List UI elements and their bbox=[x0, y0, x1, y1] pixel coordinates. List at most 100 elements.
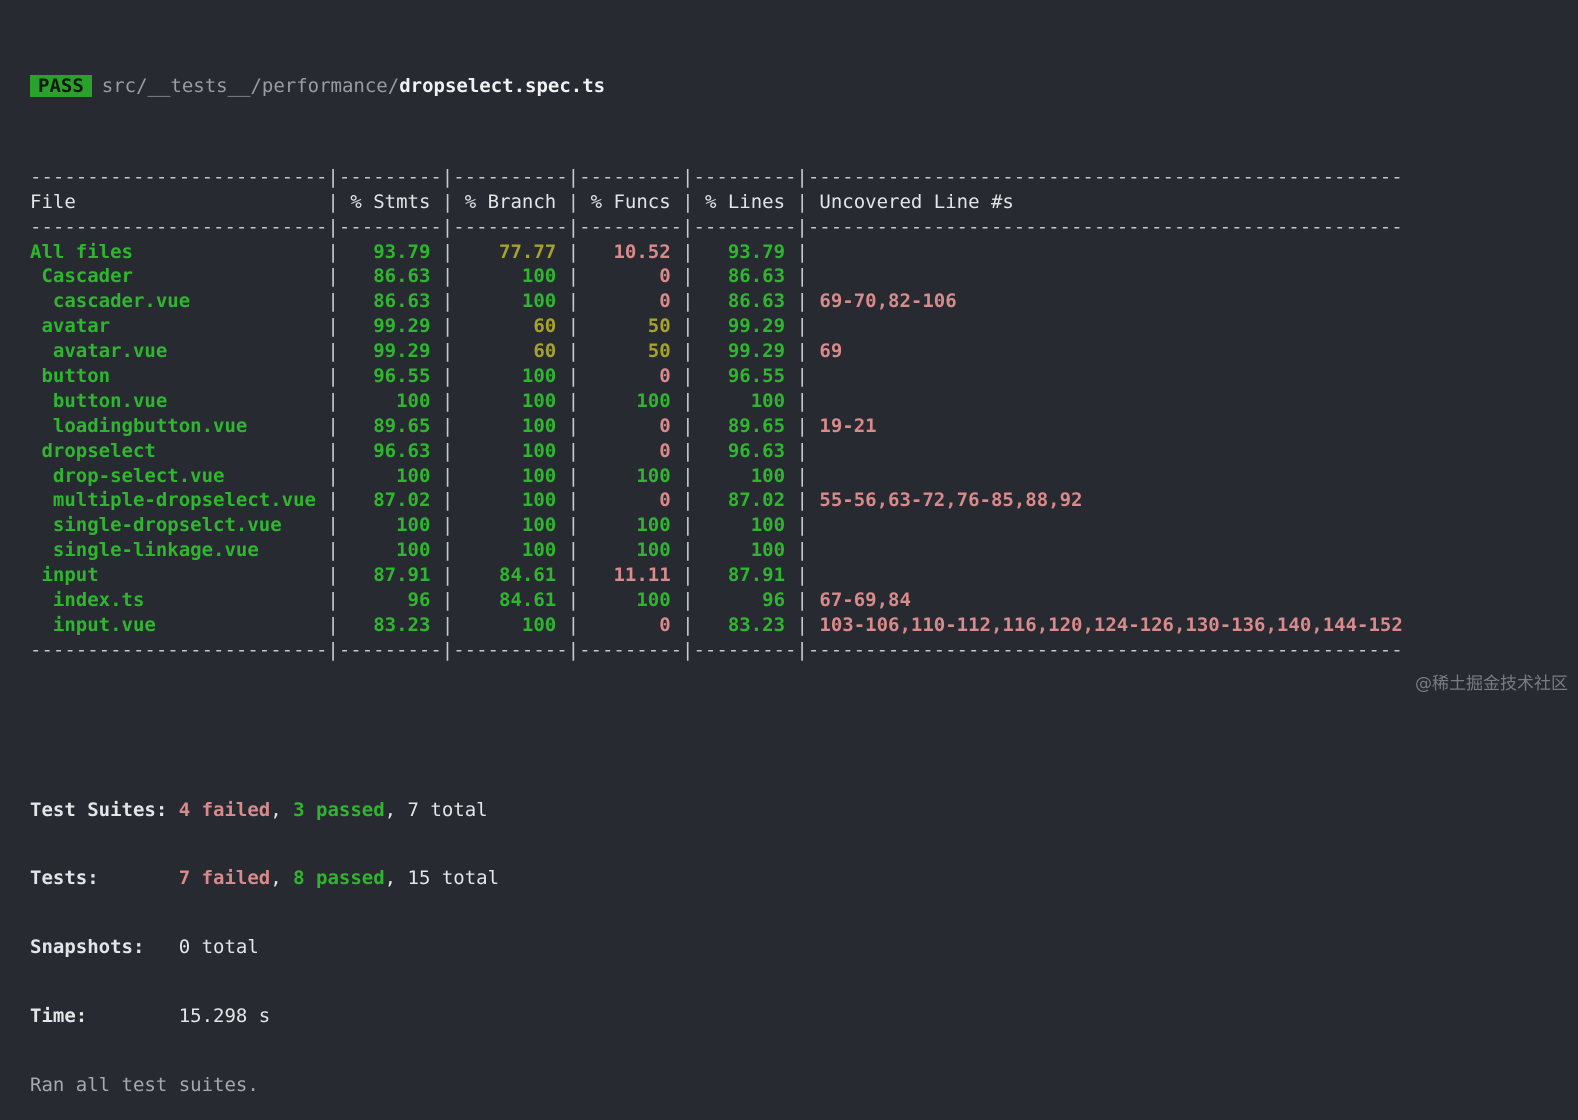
column-divider: | bbox=[327, 589, 339, 612]
header-stmts: % Stmts bbox=[338, 190, 442, 213]
row-file-name: multiple-dropselect.vue bbox=[30, 489, 328, 512]
column-divider: | bbox=[682, 340, 694, 363]
column-divider: | bbox=[682, 564, 694, 587]
column-divider: | bbox=[796, 564, 808, 587]
row-file-name: single-linkage.vue bbox=[30, 539, 328, 562]
column-divider: | bbox=[567, 613, 580, 636]
row-uncovered: 69 bbox=[807, 340, 843, 363]
summary-time: Time: 15.298 s bbox=[30, 1004, 1558, 1029]
column-divider: | bbox=[441, 190, 454, 213]
column-divider: | bbox=[796, 489, 808, 512]
column-divider: | bbox=[796, 340, 808, 363]
row-funcs: 11.11 bbox=[579, 564, 683, 587]
row-branch: 100 bbox=[453, 265, 568, 288]
column-divider: | bbox=[796, 613, 808, 636]
row-uncovered bbox=[808, 365, 819, 387]
row-uncovered bbox=[808, 315, 819, 337]
tests-total: 15 total bbox=[407, 867, 500, 890]
row-funcs: 0 bbox=[579, 613, 683, 636]
row-file-name: single-dropselct.vue bbox=[30, 514, 328, 537]
table-row: input.vue | 83.23 | 100 | 0 | 83.23 | 10… bbox=[30, 613, 1558, 638]
table-row: single-dropselct.vue | 100 | 100 | 100 |… bbox=[30, 513, 1558, 538]
tests-passed: 8 passed bbox=[293, 867, 385, 890]
row-file-name: loadingbutton.vue bbox=[30, 414, 328, 437]
column-divider: | bbox=[441, 514, 454, 537]
table-row: cascader.vue | 86.63 | 100 | 0 | 86.63 |… bbox=[30, 289, 1558, 314]
snapshots-value: 0 total bbox=[178, 936, 259, 959]
row-stmts: 93.79 bbox=[338, 240, 442, 263]
table-row: All files | 93.79 | 77.77 | 10.52 | 93.7… bbox=[30, 240, 1558, 265]
row-funcs: 100 bbox=[579, 539, 683, 562]
column-divider: | bbox=[796, 414, 808, 437]
table-row: input | 87.91 | 84.61 | 11.11 | 87.91 | bbox=[30, 563, 1558, 588]
table-row: dropselect | 96.63 | 100 | 0 | 96.63 | bbox=[30, 439, 1558, 464]
row-stmts: 100 bbox=[338, 539, 442, 562]
column-divider: | bbox=[567, 439, 580, 462]
suites-label: Test Suites: bbox=[30, 798, 168, 821]
column-divider: | bbox=[327, 315, 339, 338]
row-funcs: 50 bbox=[579, 340, 683, 363]
header-file: File bbox=[30, 190, 328, 213]
row-lines: 93.79 bbox=[693, 240, 797, 263]
column-divider: | bbox=[796, 365, 808, 388]
column-divider: | bbox=[567, 514, 580, 537]
column-divider: | bbox=[441, 564, 454, 587]
row-lines: 99.29 bbox=[693, 315, 797, 338]
column-divider: | bbox=[796, 539, 808, 562]
row-branch: 77.77 bbox=[453, 240, 568, 263]
row-branch: 100 bbox=[453, 489, 568, 512]
column-divider: | bbox=[441, 414, 454, 437]
column-divider: | bbox=[682, 613, 694, 636]
row-file-name: Cascader bbox=[30, 265, 328, 288]
row-funcs: 100 bbox=[579, 514, 683, 537]
table-row: button | 96.55 | 100 | 0 | 96.55 | bbox=[30, 364, 1558, 389]
coverage-table: --------------------------|---------|---… bbox=[30, 165, 1558, 663]
row-funcs: 0 bbox=[579, 414, 683, 437]
column-divider: | bbox=[682, 414, 694, 437]
column-divider: | bbox=[327, 340, 339, 363]
table-separator: --------------------------|---------|---… bbox=[30, 215, 1403, 238]
column-divider: | bbox=[567, 589, 580, 612]
row-uncovered bbox=[808, 539, 819, 561]
row-branch: 100 bbox=[453, 439, 568, 462]
row-uncovered: 55-56,63-72,76-85,88,92 bbox=[807, 489, 1083, 512]
column-divider: | bbox=[327, 514, 339, 537]
row-branch: 100 bbox=[453, 464, 568, 487]
column-divider: | bbox=[441, 240, 454, 263]
snapshots-label: Snapshots: bbox=[30, 936, 145, 959]
row-branch: 60 bbox=[453, 315, 568, 338]
summary-suites: Test Suites: 4 failed, 3 passed, 7 total bbox=[30, 798, 488, 821]
column-divider: | bbox=[567, 539, 580, 562]
column-divider: | bbox=[441, 439, 454, 462]
row-funcs: 0 bbox=[579, 439, 683, 462]
row-uncovered: 69-70,82-106 bbox=[807, 290, 957, 313]
row-uncovered bbox=[808, 241, 819, 263]
column-divider: | bbox=[441, 340, 454, 363]
column-divider: | bbox=[567, 464, 580, 487]
column-divider: | bbox=[796, 315, 808, 338]
row-funcs: 100 bbox=[579, 589, 683, 612]
column-divider: | bbox=[441, 290, 454, 313]
test-file-status: PASS src/__tests__/performance/dropselect… bbox=[30, 74, 1558, 99]
row-lines: 96.63 bbox=[693, 439, 797, 462]
watermark-text: @稀土掘金技术社区 bbox=[1415, 674, 1568, 694]
column-divider: | bbox=[682, 464, 694, 487]
row-branch: 100 bbox=[453, 514, 568, 537]
row-uncovered: 103-106,110-112,116,120,124-126,130-136,… bbox=[807, 613, 1403, 636]
row-stmts: 87.91 bbox=[338, 564, 442, 587]
row-uncovered bbox=[808, 514, 819, 536]
column-divider: | bbox=[567, 315, 580, 338]
row-file-name: input.vue bbox=[30, 613, 328, 636]
row-file-name: cascader.vue bbox=[30, 290, 328, 313]
table-row: drop-select.vue | 100 | 100 | 100 | 100 … bbox=[30, 464, 1558, 489]
row-funcs: 10.52 bbox=[579, 240, 683, 263]
column-divider: | bbox=[327, 539, 339, 562]
table-separator: --------------------------|---------|---… bbox=[30, 165, 1403, 188]
table-row: button.vue | 100 | 100 | 100 | 100 | bbox=[30, 389, 1558, 414]
row-lines: 86.63 bbox=[693, 265, 797, 288]
row-branch: 100 bbox=[453, 414, 568, 437]
summary-footer: Ran all test suites. bbox=[30, 1074, 259, 1097]
row-uncovered bbox=[808, 390, 819, 412]
row-file-name: input bbox=[30, 564, 328, 587]
